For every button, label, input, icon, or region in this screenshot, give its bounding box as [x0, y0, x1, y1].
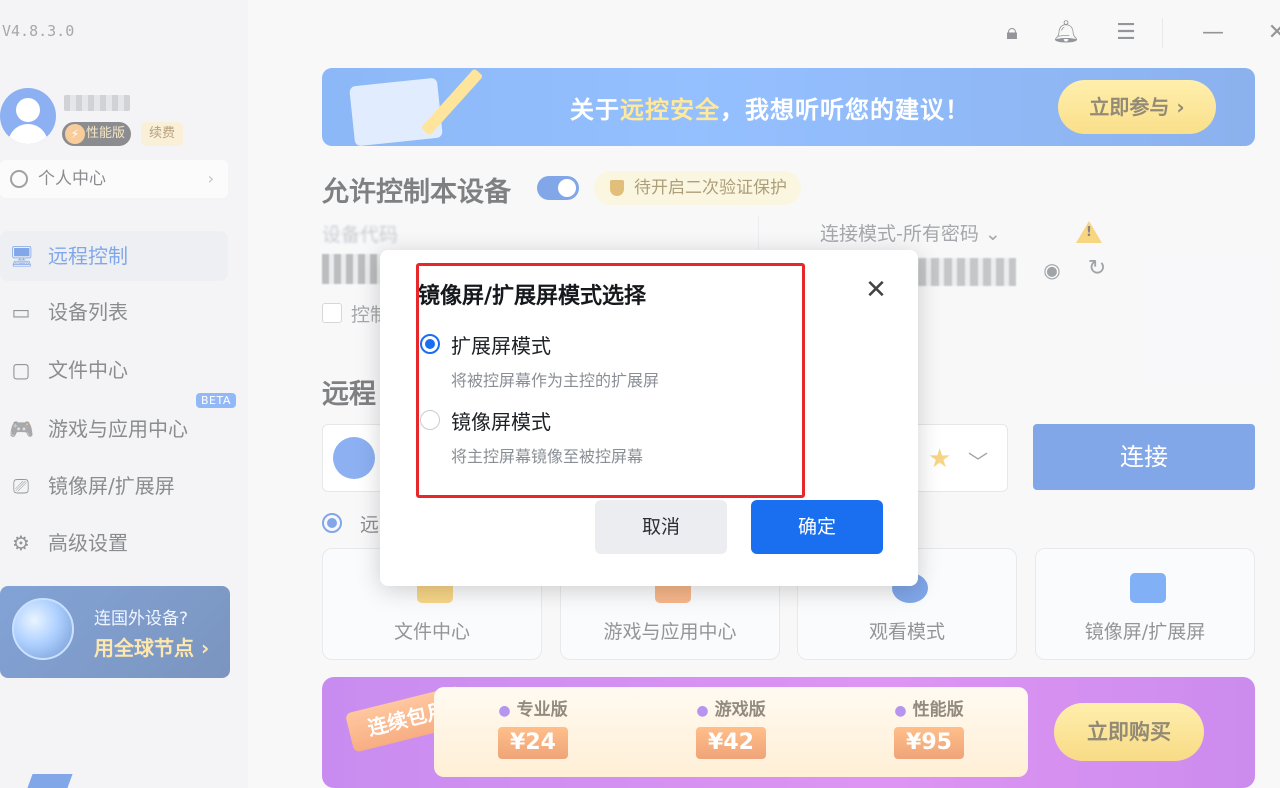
- annotation-highlight-box: [416, 263, 805, 498]
- cancel-button[interactable]: 取消: [595, 500, 727, 554]
- close-icon[interactable]: ✕: [862, 276, 890, 304]
- confirm-button[interactable]: 确定: [751, 500, 883, 554]
